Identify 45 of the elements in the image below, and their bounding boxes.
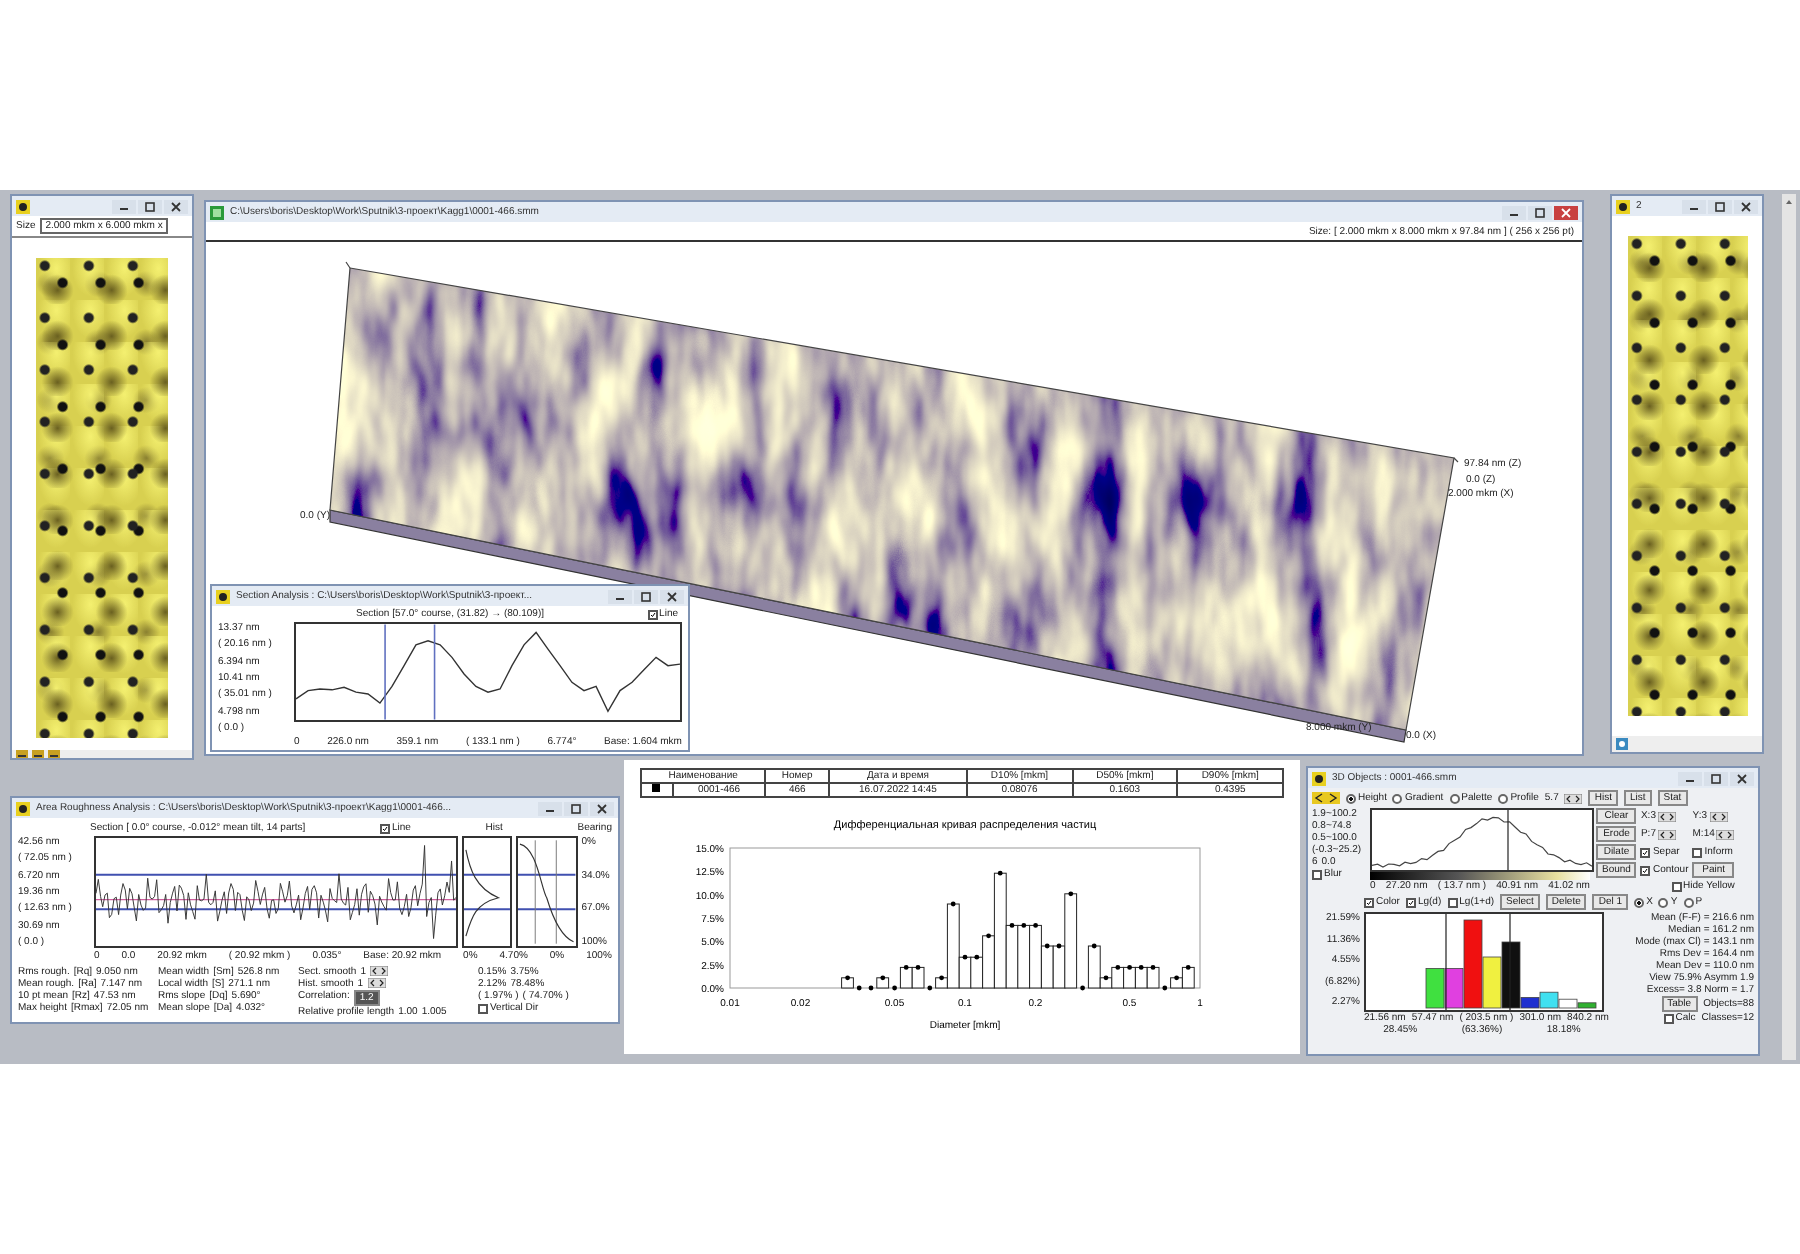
app-icon [210, 205, 224, 219]
spin-buttons-icon[interactable] [1657, 829, 1676, 839]
maximize-icon[interactable] [1704, 771, 1728, 785]
app-icon [1616, 199, 1630, 213]
app-icon [1312, 771, 1326, 785]
minimize-icon[interactable] [1502, 205, 1526, 219]
close-icon[interactable] [1730, 771, 1754, 785]
spin-buttons-icon[interactable] [369, 966, 388, 976]
arrows-icon[interactable] [1312, 792, 1340, 804]
check-icon [1642, 849, 1649, 855]
close-icon[interactable] [660, 589, 684, 603]
maximize-icon[interactable] [1708, 199, 1732, 213]
minimize-icon[interactable] [608, 589, 632, 603]
minimize-icon[interactable] [538, 801, 562, 815]
check-icon [1366, 899, 1372, 905]
histogram-bar [841, 977, 854, 989]
spin-buttons-icon[interactable] [1709, 811, 1727, 821]
check-icon [649, 611, 656, 617]
scrollbar[interactable] [1782, 194, 1796, 1060]
zoom-icon[interactable] [1616, 738, 1628, 750]
minimize-icon[interactable] [1682, 199, 1706, 213]
close-icon[interactable] [590, 801, 614, 815]
spin-buttons-icon[interactable] [367, 978, 386, 988]
spin-buttons-icon[interactable] [1657, 811, 1676, 821]
app-icon [16, 801, 30, 815]
minimize-icon[interactable] [112, 199, 136, 213]
height-histogram-plot [461, 836, 512, 948]
app-icon [16, 199, 30, 213]
close-icon[interactable] [1734, 199, 1758, 213]
histogram-bar [876, 977, 890, 989]
maximize-icon[interactable] [1528, 205, 1552, 219]
close-icon[interactable] [1554, 205, 1578, 219]
maximize-icon[interactable] [138, 199, 162, 213]
maximize-icon[interactable] [564, 801, 588, 815]
row-marker-icon[interactable] [652, 784, 661, 792]
spin-buttons-icon[interactable] [1716, 829, 1735, 839]
spin-buttons-icon[interactable] [1564, 793, 1583, 803]
check-icon [382, 825, 388, 831]
check-icon [1407, 899, 1414, 905]
bearing-curve-plot [515, 836, 578, 948]
app-icon [216, 589, 230, 603]
check-icon [1642, 867, 1649, 873]
minimize-icon[interactable] [1678, 771, 1702, 785]
close-icon[interactable] [164, 199, 188, 213]
maximize-icon[interactable] [634, 589, 658, 603]
